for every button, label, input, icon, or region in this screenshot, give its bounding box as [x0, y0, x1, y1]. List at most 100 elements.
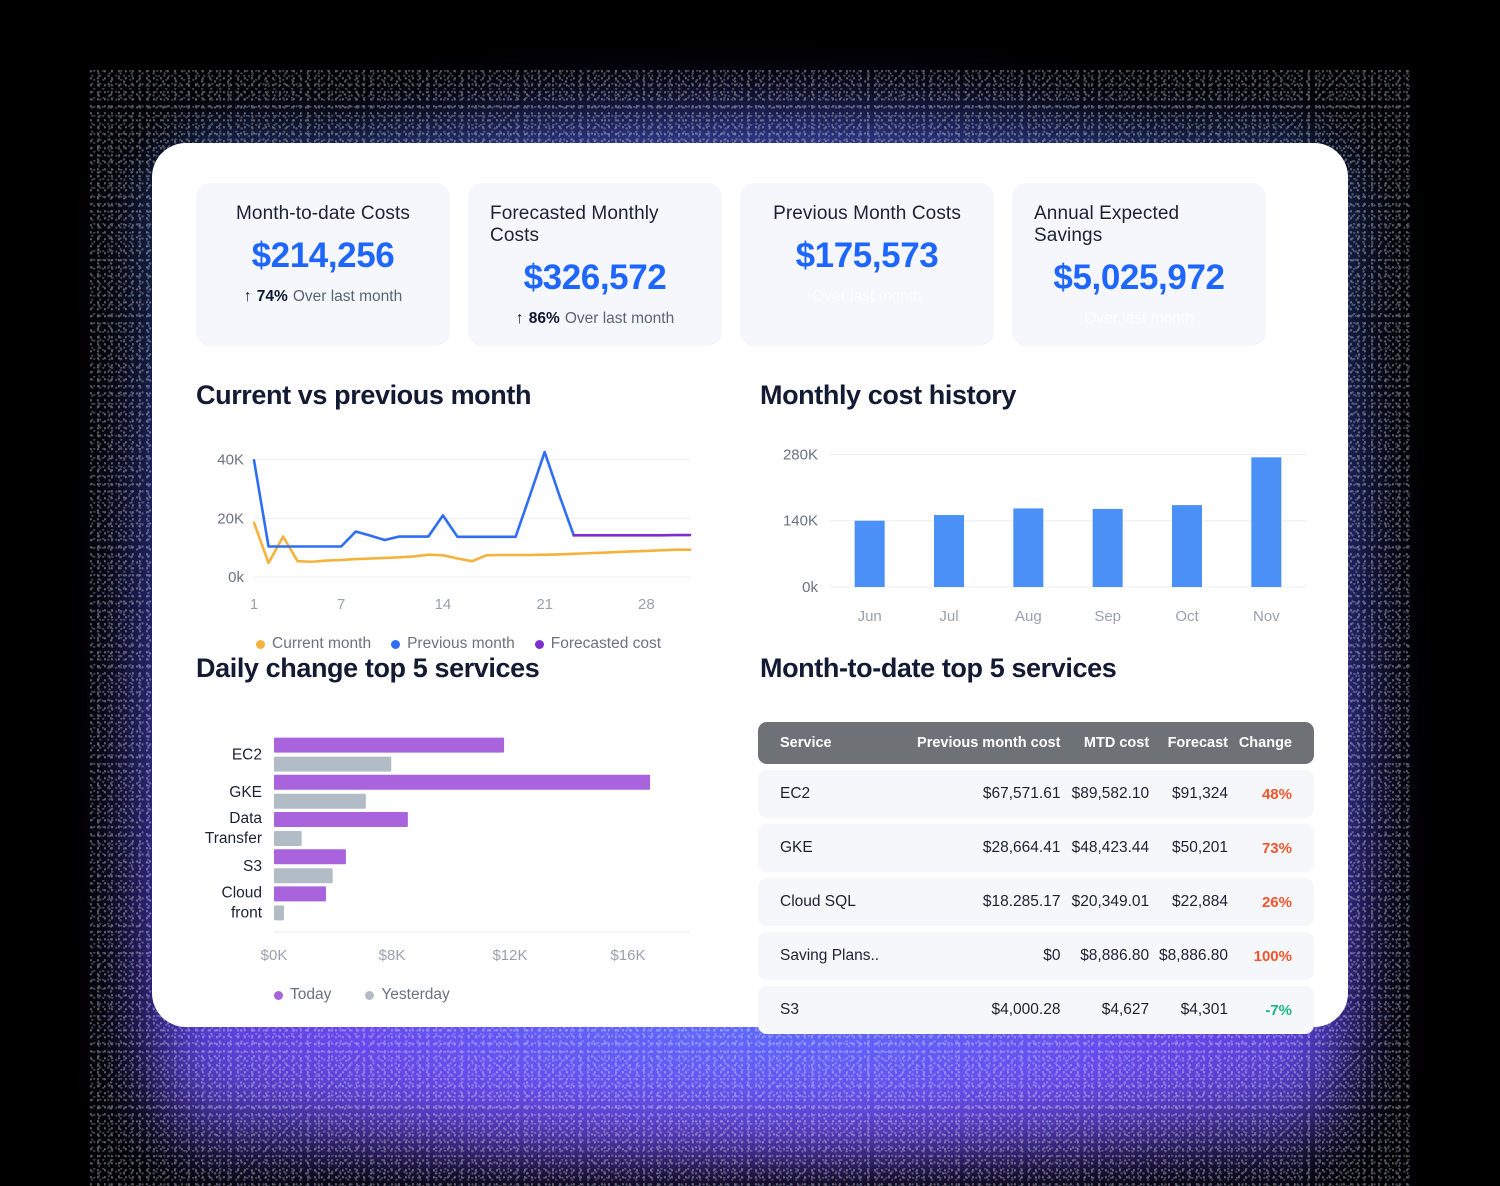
panel-monthly-cost-history: Monthly cost history 0k 140K 280K Jun Jul Aug… [758, 380, 1318, 653]
legend-item-forecasted-cost[interactable]: Forecasted cost [534, 635, 662, 653]
kpi-card-previous-month-costs[interactable]: Previous Month Costs $175,573 Over last … [740, 183, 994, 346]
cell-value: $4,301 [1149, 986, 1229, 1034]
cell-service: Cloud SQL [758, 878, 897, 926]
table-header-previous-month-cost[interactable]: Previous month cost [896, 722, 1061, 764]
svg-text:40K: 40K [217, 452, 244, 469]
panel-title-table: Month-to-date top 5 services [760, 653, 1117, 683]
panel-current-vs-previous: Current vs previous month 0k 20K 40K 1 7 14 21… [196, 380, 730, 653]
services-table-wrap: Service Previous month cost MTD cost Foreca… [758, 716, 1318, 1040]
cell-change: -7% [1228, 986, 1314, 1034]
line-chart-svg: 0k 20K 40K 1 7 14 21 28 [217, 450, 692, 613]
panel-daily-change: Daily change top 5 services EC2 GKE Data Tr… [196, 653, 730, 1040]
table-row[interactable]: S3 $4,000.28 $4,627 $4,301 -7% [758, 986, 1314, 1034]
kpi-value: $175,573 [795, 236, 939, 275]
cell-value: $4,627 [1060, 986, 1150, 1034]
cell-value: $0 [896, 932, 1061, 980]
table-row[interactable]: GKE $28,664.41 $48,423.44 $50,201 73% [758, 824, 1314, 872]
svg-text:28: 28 [638, 596, 655, 613]
legend-dot-previous-month [391, 639, 401, 649]
table-row[interactable]: EC2 $67,571.61 $89,582.10 $91,324 48% [758, 770, 1314, 818]
cell-service: Saving Plans.. [758, 932, 897, 980]
legend-label: Previous month [407, 635, 515, 652]
hbar-chart[interactable]: EC2 GKE Data Transfer S3 Cloud front $0K $8K $12K… [196, 730, 730, 970]
kpi-value: $214,256 [251, 236, 395, 275]
cell-value: $8,886.80 [1149, 932, 1229, 980]
legend-item-yesterday[interactable]: Yesterday [365, 986, 450, 1004]
table-header-forecast[interactable]: Forecast [1149, 722, 1229, 764]
hbar-chart-svg: EC2 GKE Data Transfer S3 Cloud front $0K $8K $12K… [205, 737, 690, 964]
cell-service: S3 [758, 986, 897, 1034]
line-chart-legend: Current month Previous month Forecasted … [196, 635, 730, 653]
table-row[interactable]: Cloud SQL $18.285.17 $20,349.01 $22,884 26% [758, 878, 1314, 926]
cell-value: $48,423.44 [1060, 824, 1150, 872]
cell-change: 100% [1228, 932, 1314, 980]
svg-text:front: front [231, 904, 263, 921]
svg-text:0k: 0k [228, 569, 244, 586]
kpi-card-month-to-date-costs[interactable]: Month-to-date Costs $214,256 ↑ 74% Over … [196, 183, 450, 346]
table-header-row: Service Previous month cost MTD cost Foreca… [758, 722, 1314, 764]
line-chart[interactable]: 0k 20K 40K 1 7 14 21 28 [196, 437, 730, 617]
cell-change: 26% [1228, 878, 1314, 926]
arrow-up-icon: ↑ [243, 288, 252, 305]
table-head: Service Previous month cost MTD cost Foreca… [758, 722, 1314, 764]
dashboard-card: Month-to-date Costs $214,256 ↑ 74% Over … [152, 143, 1348, 1034]
svg-text:Nov: Nov [1253, 608, 1280, 625]
svg-text:Jun: Jun [858, 608, 882, 625]
svg-text:GKE: GKE [229, 784, 262, 801]
svg-text:0k: 0k [802, 579, 818, 596]
table-header-service[interactable]: Service [758, 722, 897, 764]
kpi-title: Month-to-date Costs [235, 203, 411, 224]
svg-text:Cloud: Cloud [222, 884, 263, 901]
kpi-card-forecasted-monthly-costs[interactable]: Forecasted Monthly Costs $326,572 ↑ 86% … [468, 183, 722, 346]
cell-value: $20,349.01 [1060, 878, 1150, 926]
svg-text:140K: 140K [783, 513, 818, 530]
legend-label: Current month [272, 635, 372, 652]
svg-text:7: 7 [337, 596, 345, 613]
bar-chart-svg: 0k 140K 280K Jun Jul Aug Sep Oct Nov [783, 446, 1306, 625]
cell-value: $28,664.41 [896, 824, 1061, 872]
services-table: Service Previous month cost MTD cost Foreca… [758, 716, 1314, 1040]
cell-value: $50,201 [1149, 824, 1229, 872]
svg-text:1: 1 [250, 596, 258, 613]
cell-change: 48% [1228, 770, 1314, 818]
svg-text:$16K: $16K [610, 947, 645, 964]
legend-item-current-month[interactable]: Current month [256, 635, 371, 653]
legend-label: Forecasted cost [550, 635, 662, 652]
legend-label: Yesterday [381, 986, 450, 1003]
table-body: EC2 $67,571.61 $89,582.10 $91,324 48% GKE $28,… [758, 770, 1314, 1034]
kpi-title: Annual Expected Savings [1034, 203, 1180, 246]
legend-item-today[interactable]: Today [274, 986, 331, 1004]
legend-item-previous-month[interactable]: Previous month [391, 635, 515, 653]
svg-text:Data: Data [229, 810, 262, 827]
kpi-note: Over last month [812, 288, 922, 305]
kpi-title: Previous Month Costs [773, 203, 961, 224]
table-header-mtd-cost[interactable]: MTD cost [1060, 722, 1150, 764]
kpi-row: Month-to-date Costs $214,256 ↑ 74% Over … [196, 183, 1304, 346]
panel-title-line-chart: Current vs previous month [196, 380, 532, 410]
svg-text:EC2: EC2 [232, 747, 262, 764]
panel-mtd-top-services: Month-to-date top 5 services Service Prev… [758, 653, 1318, 1040]
legend-label: Today [290, 986, 332, 1003]
cell-value: $22,884 [1149, 878, 1229, 926]
table-header-change[interactable]: Change [1228, 722, 1314, 764]
legend-dot-current-month [256, 639, 265, 649]
cell-change: 73% [1228, 824, 1314, 872]
svg-text:280K: 280K [783, 446, 818, 463]
kpi-subtext: Over last month [812, 288, 921, 306]
kpi-value: $326,572 [523, 258, 667, 297]
kpi-card-annual-expected-savings[interactable]: Annual Expected Savings $5,025,972 Over … [1012, 183, 1266, 346]
bar-chart[interactable]: 0k 140K 280K Jun Jul Aug Sep Oct Nov [758, 435, 1318, 635]
svg-text:Oct: Oct [1175, 608, 1199, 625]
cell-value: $89,582.10 [1060, 770, 1150, 818]
svg-text:$8K: $8K [379, 947, 406, 964]
legend-dot-yesterday [365, 990, 375, 1000]
kpi-subtext: ↑ 74% Over last month [244, 288, 402, 306]
cell-value: $4,000.28 [896, 986, 1061, 1034]
kpi-subtext: ↑ 86% Over last month [516, 310, 674, 328]
svg-text:S3: S3 [243, 858, 262, 875]
kpi-note: Over last month [292, 288, 403, 305]
table-row[interactable]: Saving Plans.. $0 $8,886.80 $8,886.80 100% [758, 932, 1314, 980]
panel-title-hbar-chart: Daily change top 5 services [196, 653, 540, 683]
cell-service: EC2 [758, 770, 897, 818]
cell-value: $91,324 [1149, 770, 1229, 818]
